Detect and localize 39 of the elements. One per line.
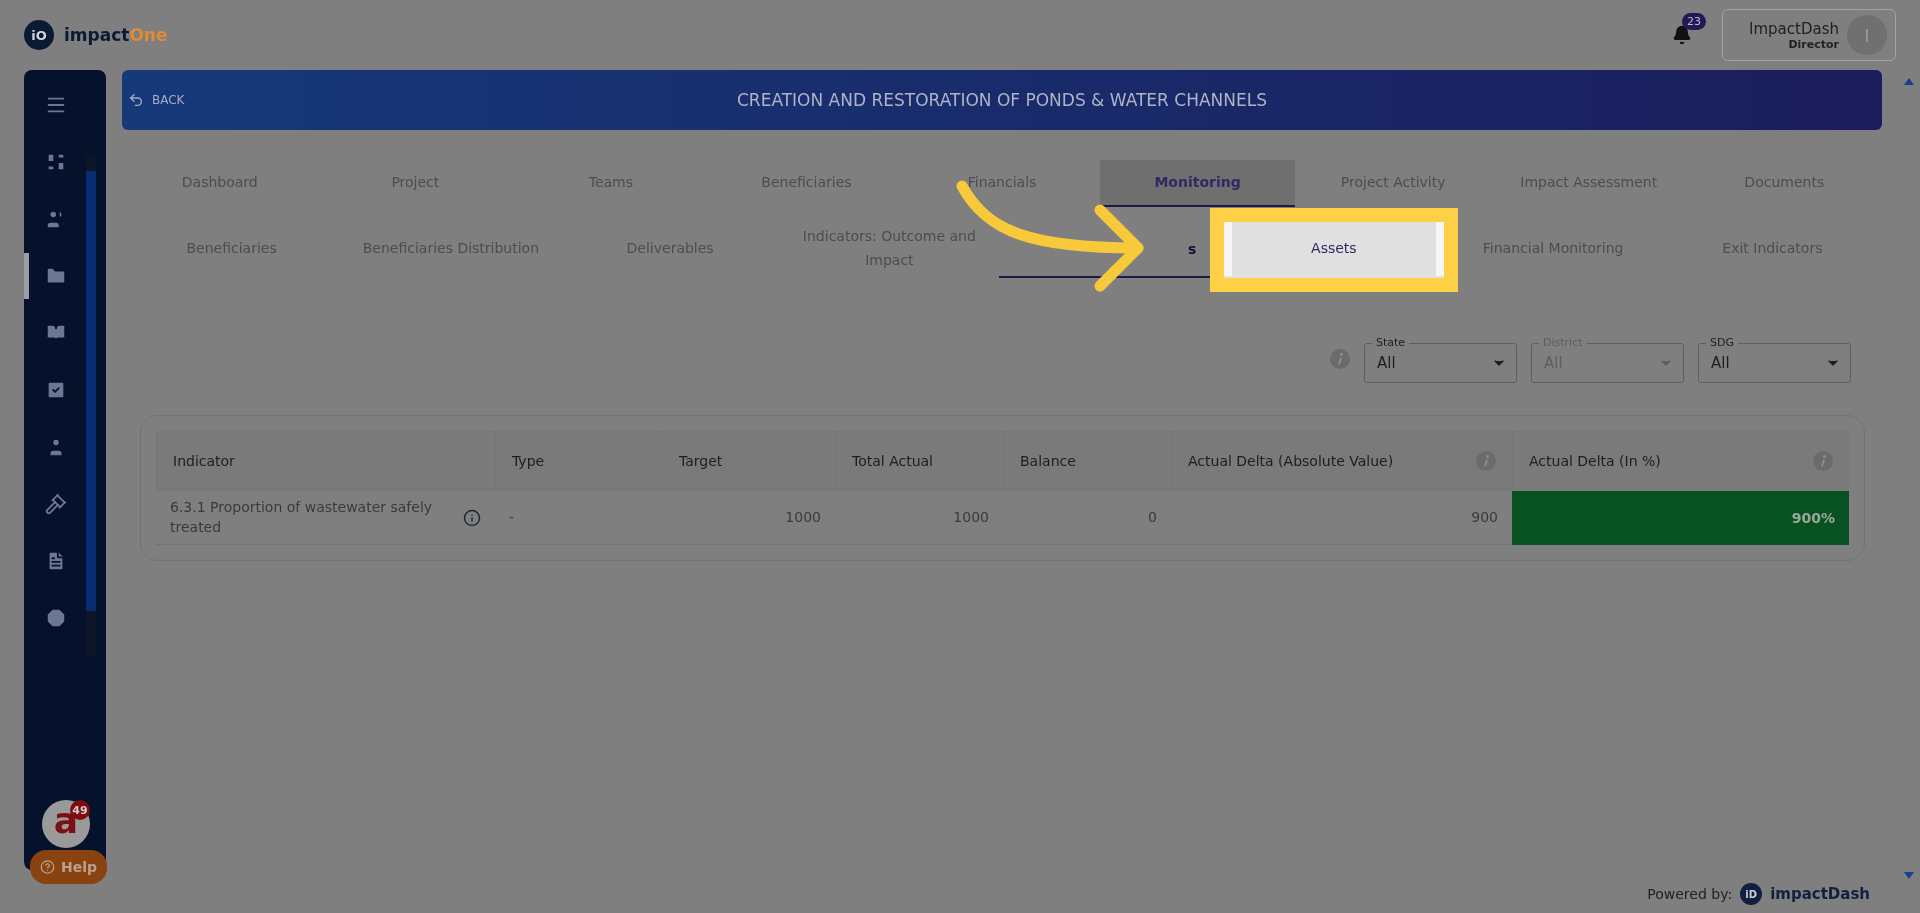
table-cell-text: 900	[1471, 507, 1498, 527]
sidebar-scrollbar[interactable]	[86, 156, 96, 656]
table-cell-text: 1000	[785, 507, 821, 527]
info-icon[interactable]	[462, 507, 481, 528]
sub-tab[interactable]: s	[1185, 241, 1199, 257]
user-role: Director	[1788, 37, 1839, 51]
notification-bell-icon[interactable]	[1672, 25, 1692, 45]
logo-mark: iO	[24, 20, 54, 50]
column-title: Balance	[1020, 453, 1076, 469]
help-icon	[40, 859, 55, 875]
column-title: Actual Delta (In %)	[1529, 453, 1661, 469]
page-title: CREATION AND RESTORATION OF PONDS & WATER CHANNELS	[736, 90, 1268, 110]
user-name: ImpactDash	[1749, 19, 1839, 38]
back-arrow-icon	[128, 92, 144, 108]
gavel-icon	[44, 493, 67, 515]
filter-select[interactable]: SDG All	[1698, 334, 1851, 383]
scroll-down-icon[interactable]	[1904, 872, 1914, 879]
column-title: Total Actual	[852, 453, 933, 469]
tab[interactable]: Monitoring	[1099, 160, 1296, 207]
column-title: Actual Delta (Absolute Value)	[1188, 453, 1394, 469]
table-cell-text: 6.3.1 Proportion of wastewater safely treated	[170, 497, 434, 537]
column-title: Type	[512, 453, 545, 469]
table-cell-text: 0	[1148, 507, 1157, 527]
scroll-up-icon[interactable]	[1904, 78, 1914, 85]
table-cell-text: 1000	[953, 507, 989, 527]
column-title: Target	[679, 453, 723, 469]
logo-text: impactOne	[64, 25, 168, 45]
alert-icon	[44, 607, 67, 629]
footer-logo-mark: iD	[1740, 883, 1763, 905]
footer-logo-text: impactDash	[1770, 885, 1870, 903]
table-cell: 900%	[1512, 491, 1849, 545]
column-title: Indicator	[173, 453, 235, 469]
filter-select[interactable]: State All	[1364, 334, 1517, 383]
back-button[interactable]: BACK	[128, 92, 208, 108]
powered-by-text: Powered by:	[1647, 886, 1733, 902]
table-cell-text: -	[509, 507, 515, 527]
notification-count: 23	[1682, 13, 1706, 30]
users-icon	[44, 208, 67, 230]
help-button[interactable]: Help	[30, 850, 107, 884]
